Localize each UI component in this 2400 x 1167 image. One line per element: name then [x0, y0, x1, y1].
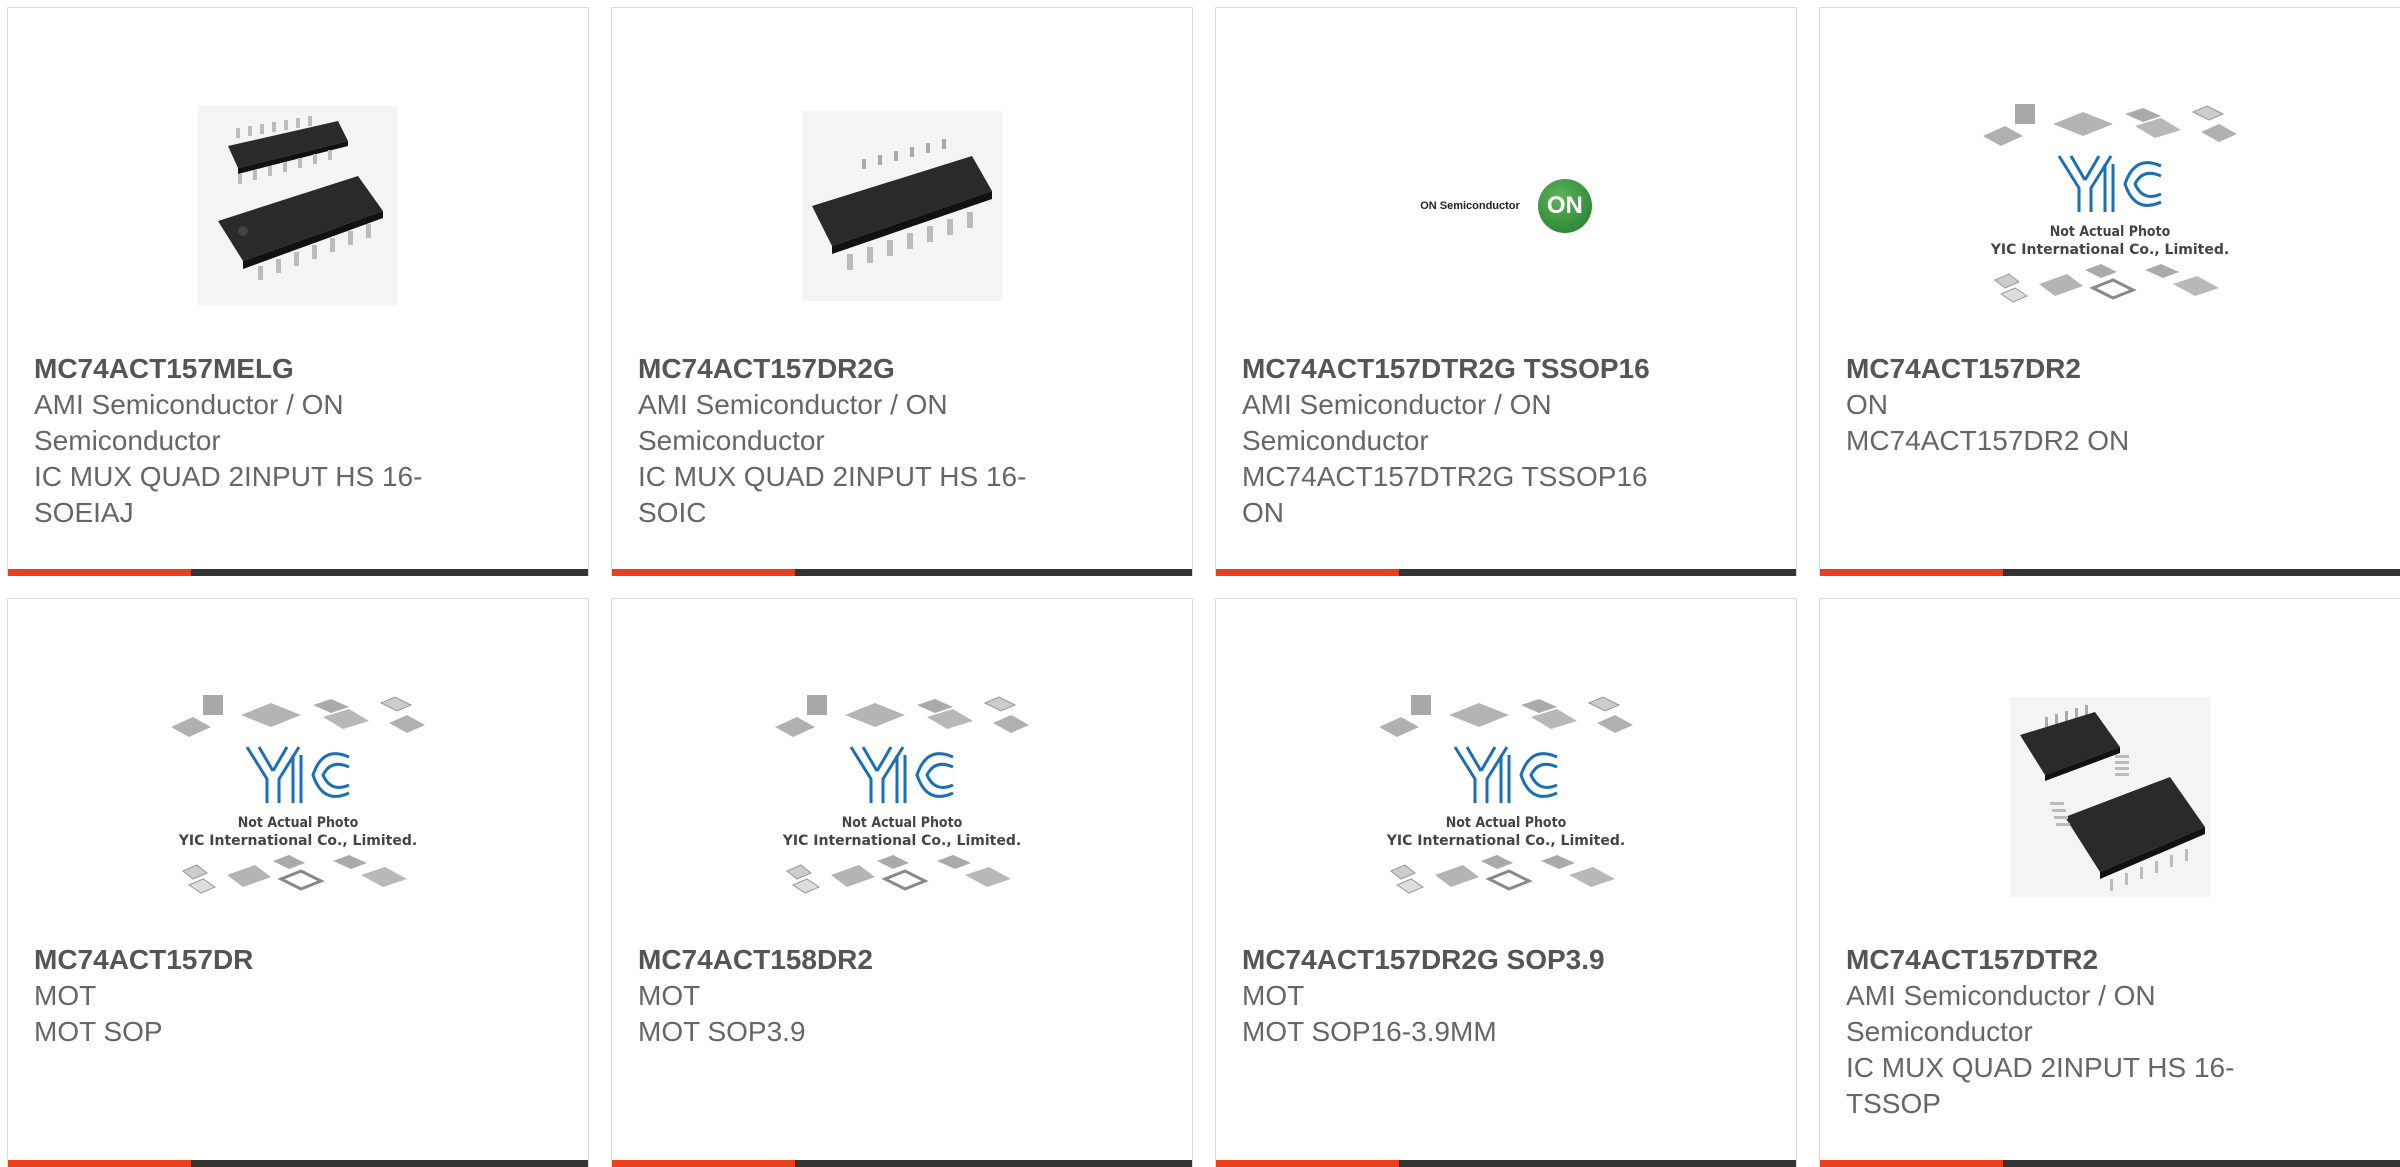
manufacturer: AMI Semiconductor / ON Semiconductor	[1242, 389, 1552, 456]
product-image[interactable]: Not Actual Photo YIC International Co., …	[1820, 66, 2400, 346]
chip-cluster-bottom-icon	[1390, 854, 1615, 894]
on-semiconductor-logo: ON Semiconductor ON	[1420, 179, 1592, 233]
description: MC74ACT157DR2 ON	[1846, 425, 2130, 456]
manufacturer: AMI Semiconductor / ON Semiconductor	[1846, 980, 2156, 1047]
product-card[interactable]: MC74ACT157DR2G AMI Semiconductor / ON Se…	[611, 7, 1193, 576]
part-number[interactable]: MC74ACT157DR	[34, 942, 562, 978]
part-number[interactable]: MC74ACT157DR2G SOP3.9	[1242, 942, 1770, 978]
manufacturer: MOT	[638, 980, 701, 1011]
part-number[interactable]: MC74ACT158DR2	[638, 942, 1166, 978]
yic-logo-icon	[245, 745, 350, 803]
card-footer-bar	[612, 1160, 1192, 1167]
tssop-dual-chip-photo-icon	[2010, 697, 2210, 897]
part-number[interactable]: MC74ACT157MELG	[34, 351, 562, 387]
yic-logo-icon	[849, 745, 954, 803]
product-image[interactable]: ON Semiconductor ON	[1216, 66, 1796, 346]
yic-placeholder: Not Actual Photo YIC International Co., …	[767, 675, 1037, 920]
logo-text: ON Semiconductor	[1420, 200, 1520, 212]
chip-cluster-bottom-icon	[1994, 263, 2219, 303]
part-number[interactable]: MC74ACT157DTR2	[1846, 942, 2374, 978]
card-footer-bar	[1216, 569, 1796, 576]
placeholder-line2: YIC International Co., Limited.	[1386, 833, 1625, 849]
product-image[interactable]: Not Actual Photo YIC International Co., …	[612, 657, 1192, 937]
manufacturer: AMI Semiconductor / ON Semiconductor	[34, 389, 344, 456]
description: MOT SOP	[34, 1016, 163, 1047]
placeholder-line1: Not Actual Photo	[842, 815, 963, 831]
description: IC MUX QUAD 2INPUT HS 16-SOEIAJ	[34, 461, 423, 528]
yic-placeholder: Not Actual Photo YIC International Co., …	[163, 675, 433, 920]
product-card[interactable]: Not Actual Photo YIC International Co., …	[7, 598, 589, 1167]
manufacturer: ON	[1846, 389, 1888, 420]
product-card[interactable]: Not Actual Photo YIC International Co., …	[1215, 598, 1797, 1167]
yic-placeholder: Not Actual Photo YIC International Co., …	[1371, 675, 1641, 920]
product-image[interactable]	[612, 66, 1192, 346]
description: MOT SOP16-3.9MM	[1242, 1016, 1497, 1047]
placeholder-line2: YIC International Co., Limited.	[178, 833, 417, 849]
description: IC MUX QUAD 2INPUT HS 16-SOIC	[638, 461, 1027, 528]
chip-cluster-top-icon	[1983, 103, 2237, 146]
manufacturer: MOT	[1242, 980, 1305, 1011]
placeholder-line2: YIC International Co., Limited.	[782, 833, 1021, 849]
description: MC74ACT157DTR2G TSSOP16 ON	[1242, 461, 1648, 528]
manufacturer: AMI Semiconductor / ON Semiconductor	[638, 389, 948, 456]
chip-cluster-bottom-icon	[182, 854, 407, 894]
yic-logo-icon	[1453, 745, 1558, 803]
product-card[interactable]: Not Actual Photo YIC International Co., …	[611, 598, 1193, 1167]
card-footer-bar	[612, 569, 1192, 576]
placeholder-line1: Not Actual Photo	[238, 815, 359, 831]
part-number[interactable]: MC74ACT157DR2G	[638, 351, 1166, 387]
product-image[interactable]: Not Actual Photo YIC International Co., …	[1216, 657, 1796, 937]
card-footer-bar	[1820, 1160, 2400, 1167]
yic-placeholder: Not Actual Photo YIC International Co., …	[1975, 84, 2245, 329]
placeholder-line1: Not Actual Photo	[1446, 815, 1567, 831]
product-card[interactable]: Not Actual Photo YIC International Co., …	[1819, 7, 2400, 576]
chip-cluster-top-icon	[171, 694, 425, 737]
product-card[interactable]: MC74ACT157MELG AMI Semiconductor / ON Se…	[7, 7, 589, 576]
chip-cluster-top-icon	[775, 694, 1029, 737]
card-footer-bar	[8, 1160, 588, 1167]
product-card[interactable]: MC74ACT157DTR2 AMI Semiconductor / ON Se…	[1819, 598, 2400, 1167]
description: MOT SOP3.9	[638, 1016, 806, 1047]
product-image[interactable]	[8, 66, 588, 346]
product-grid: MC74ACT157MELG AMI Semiconductor / ON Se…	[0, 0, 2400, 1167]
placeholder-line2: YIC International Co., Limited.	[1990, 242, 2229, 258]
card-footer-bar	[8, 569, 588, 576]
chip-cluster-bottom-icon	[786, 854, 1011, 894]
chip-cluster-top-icon	[1379, 694, 1633, 737]
product-card[interactable]: ON Semiconductor ON MC74ACT157DTR2G TSSO…	[1215, 7, 1797, 576]
card-footer-bar	[1820, 569, 2400, 576]
on-badge-icon: ON	[1537, 179, 1592, 233]
placeholder-line1: Not Actual Photo	[2050, 224, 2171, 240]
part-number[interactable]: MC74ACT157DR2	[1846, 351, 2374, 387]
product-image[interactable]: Not Actual Photo YIC International Co., …	[8, 657, 588, 937]
soic-dual-chip-photo-icon	[198, 106, 398, 306]
yic-logo-icon	[2057, 154, 2162, 212]
soic-chip-photo-icon	[802, 111, 1002, 301]
card-footer-bar	[1216, 1160, 1796, 1167]
product-image[interactable]	[1820, 657, 2400, 937]
description: IC MUX QUAD 2INPUT HS 16-TSSOP	[1846, 1052, 2235, 1119]
part-number[interactable]: MC74ACT157DTR2G TSSOP16	[1242, 351, 1770, 387]
manufacturer: MOT	[34, 980, 97, 1011]
